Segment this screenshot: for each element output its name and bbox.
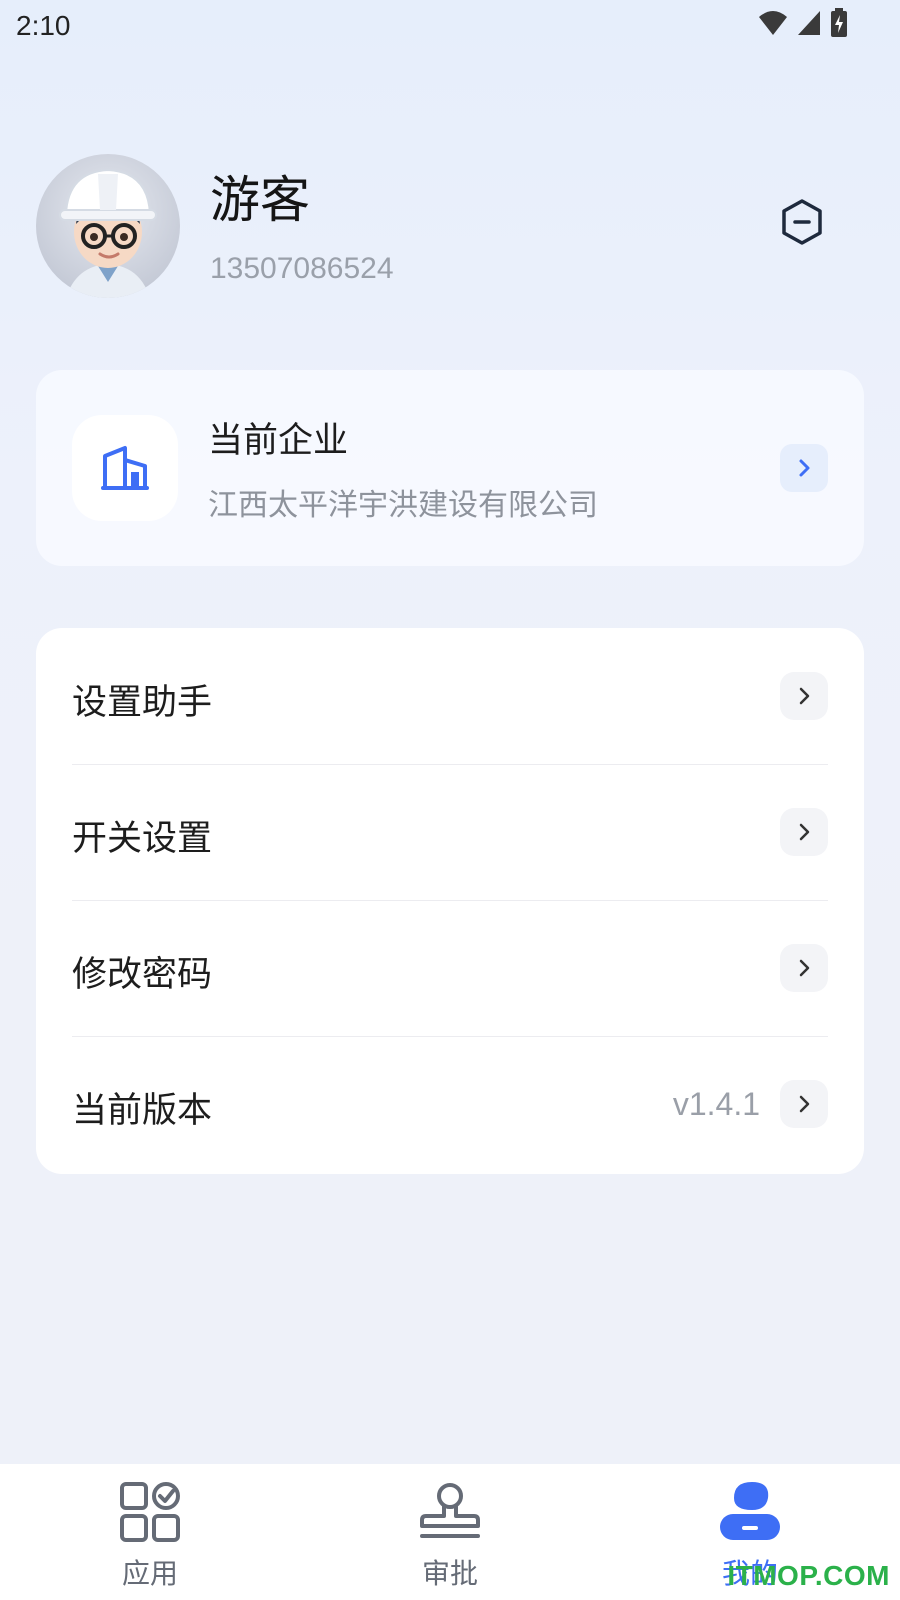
enterprise-card[interactable]: 当前企业 江西太平洋宇洪建设有限公司 — [36, 370, 864, 566]
chevron-right-icon — [799, 1095, 810, 1113]
menu-item-switch-settings[interactable]: 开关设置 — [36, 764, 864, 900]
chevron-button[interactable] — [780, 1080, 828, 1128]
status-time: 2:10 — [16, 10, 71, 41]
menu-item-change-password[interactable]: 修改密码 — [36, 900, 864, 1036]
building-icon — [101, 446, 149, 490]
chevron-right-icon — [799, 687, 810, 705]
menu-item-label: 开关设置 — [72, 819, 213, 859]
profile-icon — [720, 1482, 780, 1540]
chevron-button[interactable] — [780, 944, 828, 992]
tab-label: 审批 — [421, 1557, 478, 1590]
wifi-icon — [759, 11, 787, 35]
chevron-button[interactable] — [780, 672, 828, 720]
watermark: ITMOP.COM — [727, 1560, 890, 1591]
status-icons — [758, 8, 848, 38]
enterprise-title: 当前企业 — [208, 421, 349, 461]
version-value: v1.4.1 — [672, 1086, 760, 1122]
profile-header: 游客 13507086524 — [0, 150, 900, 300]
enterprise-arrow-button[interactable] — [780, 444, 828, 492]
enterprise-name: 江西太平洋宇洪建设有限公司 — [208, 488, 598, 523]
menu-item-setup-assistant[interactable]: 设置助手 — [36, 628, 864, 764]
menu-item-label: 修改密码 — [72, 955, 213, 995]
chevron-right-icon — [799, 959, 810, 977]
signal-icon — [798, 11, 820, 35]
apps-icon — [120, 1482, 180, 1542]
enterprise-icon-box — [72, 415, 178, 521]
chevron-right-icon — [799, 823, 810, 841]
avatar[interactable] — [36, 154, 180, 298]
tab-apps[interactable]: 应用 — [0, 1464, 300, 1600]
menu-item-label: 当前版本 — [72, 1091, 213, 1131]
chevron-button[interactable] — [780, 808, 828, 856]
tab-label: 应用 — [121, 1557, 178, 1590]
chevron-right-icon — [799, 459, 810, 477]
avatar-image — [59, 168, 157, 298]
menu-item-current-version[interactable]: 当前版本 v1.4.1 — [36, 1036, 864, 1172]
stamp-icon — [420, 1483, 480, 1538]
battery-icon — [831, 8, 847, 37]
logout-icon[interactable] — [780, 198, 824, 246]
user-phone: 13507086524 — [210, 252, 394, 285]
tab-approval[interactable]: 审批 — [300, 1464, 600, 1600]
status-bar: 2:10 — [0, 0, 900, 50]
menu-item-label: 设置助手 — [72, 683, 213, 723]
settings-menu: 设置助手 开关设置 修改密码 当前版本 v1.4.1 — [36, 628, 864, 1174]
user-name: 游客 — [210, 171, 310, 229]
